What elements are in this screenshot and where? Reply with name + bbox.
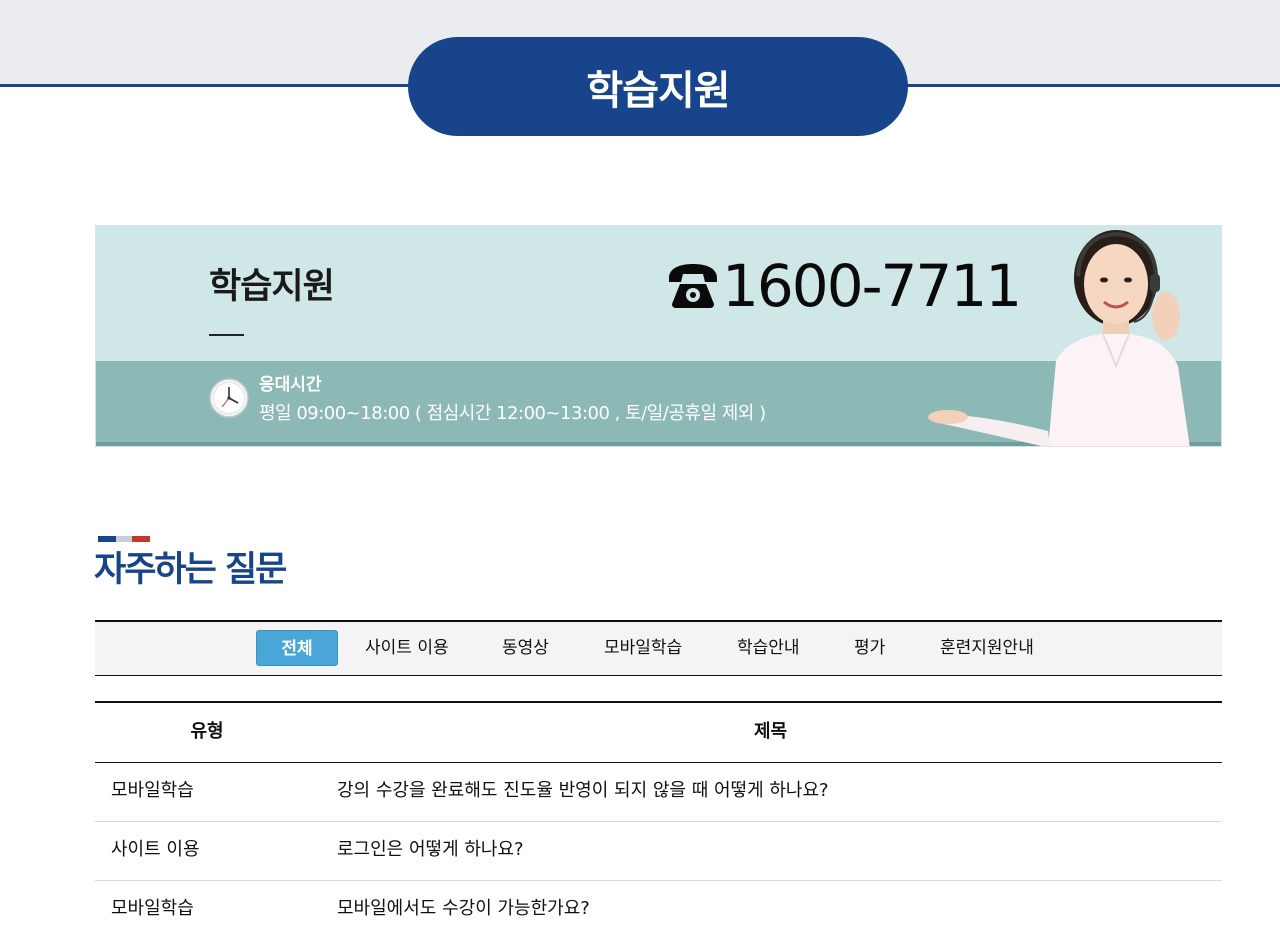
table-row[interactable]: 사이트 이용 로그인은 어떻게 하나요? — [95, 822, 1222, 881]
banner-title-underline — [209, 334, 244, 336]
tab-evaluation[interactable]: 평가 — [854, 630, 885, 666]
tab-mobile-learning[interactable]: 모바일학습 — [604, 630, 682, 666]
table-row[interactable]: 모바일학습 모바일에서도 수강이 가능한가요? — [95, 881, 1222, 937]
faq-category-tabs: 전체 사이트 이용 동영상 모바일학습 학습안내 평가 훈련지원안내 — [95, 620, 1222, 676]
row-type: 모바일학습 — [111, 898, 194, 919]
row-subject-link[interactable]: 강의 수강을 완료해도 진도율 반영이 되지 않을 때 어떻게 하나요? — [337, 763, 829, 819]
banner-title: 학습지원 — [209, 267, 335, 307]
page-title: 학습지원 — [586, 67, 730, 114]
telephone-icon — [669, 264, 717, 308]
hours-label: 응대시간 — [259, 375, 322, 395]
tab-learning-guide[interactable]: 학습안내 — [737, 630, 800, 666]
support-agent-illustration — [928, 230, 1190, 446]
hours-text: 평일 09:00~18:00 ( 점심시간 12:00~13:00 , 토/일/… — [259, 403, 766, 424]
column-header-type: 유형 — [190, 721, 224, 742]
clock-icon — [209, 378, 249, 418]
table-row[interactable]: 모바일학습 강의 수강을 완료해도 진도율 반영이 되지 않을 때 어떻게 하나… — [95, 763, 1222, 822]
page-title-pill: 학습지원 — [408, 37, 908, 136]
faq-title: 자주하는 질문 — [94, 550, 287, 590]
tab-training-support[interactable]: 훈련지원안내 — [940, 630, 1034, 666]
tab-all[interactable]: 전체 — [256, 630, 338, 666]
row-type: 모바일학습 — [111, 780, 194, 801]
support-banner: 학습지원 1600-7711 응대시간 평일 09:00~18:00 ( 점심시… — [95, 225, 1222, 447]
column-header-subject: 제목 — [753, 721, 788, 742]
row-subject-link[interactable]: 모바일에서도 수강이 가능한가요? — [337, 881, 590, 937]
row-subject-link[interactable]: 로그인은 어떻게 하나요? — [337, 822, 524, 878]
tab-site-usage[interactable]: 사이트 이용 — [365, 630, 449, 666]
tab-video[interactable]: 동영상 — [502, 630, 549, 666]
faq-table-header: 유형 제목 — [95, 703, 1222, 763]
row-type: 사이트 이용 — [111, 839, 200, 860]
faq-table: 유형 제목 모바일학습 강의 수강을 완료해도 진도율 반영이 되지 않을 때 … — [95, 701, 1222, 937]
